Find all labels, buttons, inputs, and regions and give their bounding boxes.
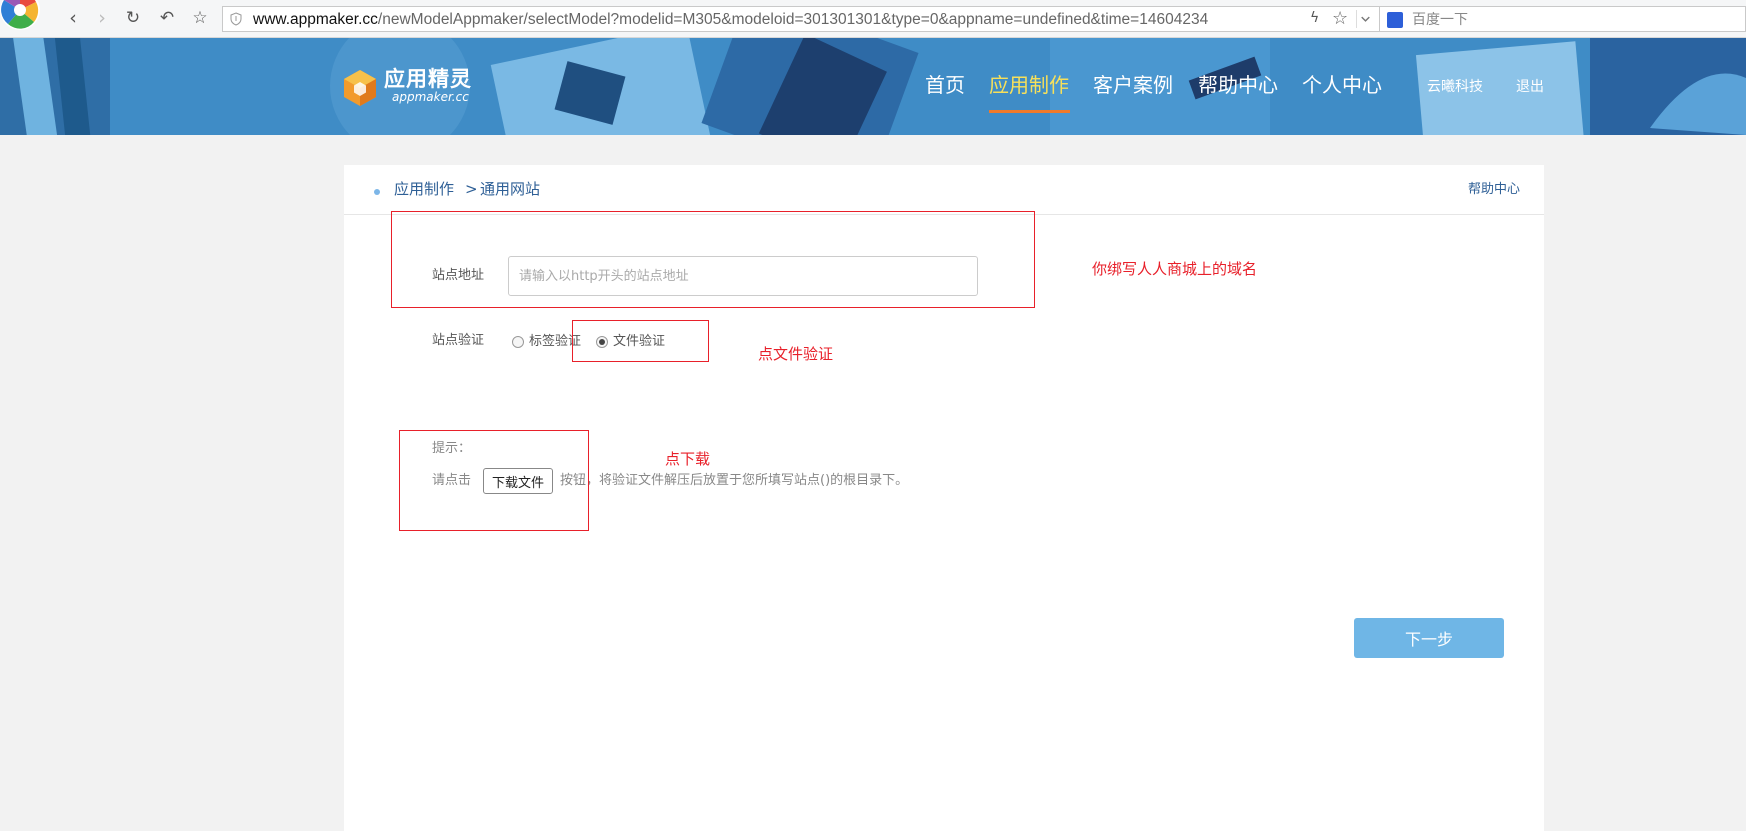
breadcrumb-separator: > bbox=[465, 180, 478, 198]
browser-toolbar: ‹ › ↻ ↶ ☆ www.appmaker.cc/newModelAppmak… bbox=[0, 0, 1746, 38]
annotation-box-download bbox=[399, 430, 589, 531]
site-logo[interactable]: 应用精灵 appmaker.cc bbox=[342, 66, 472, 110]
nav-cases[interactable]: 客户案例 bbox=[1093, 72, 1173, 98]
shield-icon bbox=[230, 12, 242, 26]
url-host: www.appmaker.cc bbox=[253, 11, 378, 28]
next-step-button[interactable]: 下一步 bbox=[1354, 618, 1504, 658]
url-text[interactable]: www.appmaker.cc/newModelAppmaker/selectM… bbox=[253, 10, 1338, 30]
annotation-box-site-url bbox=[391, 211, 1035, 308]
search-placeholder: 百度一下 bbox=[1412, 12, 1468, 28]
logo-cube-icon bbox=[344, 70, 376, 106]
nav-app-make[interactable]: 应用制作 bbox=[989, 72, 1069, 98]
breadcrumb-dot-icon bbox=[374, 189, 380, 195]
logo-subtitle: appmaker.cc bbox=[392, 90, 469, 104]
search-box[interactable]: 百度一下 bbox=[1380, 6, 1746, 32]
annotation-domain-note: 你绑写人人商城上的域名 bbox=[1092, 260, 1258, 278]
address-bar[interactable]: www.appmaker.cc/newModelAppmaker/selectM… bbox=[222, 6, 1380, 32]
url-path: /newModelAppmaker/selectModel?modelid=M3… bbox=[377, 11, 1209, 28]
annotation-file-verify-note: 点文件验证 bbox=[758, 345, 834, 363]
forward-icon[interactable]: › bbox=[92, 8, 112, 28]
back-icon[interactable]: ‹ bbox=[63, 8, 83, 28]
nav-help[interactable]: 帮助中心 bbox=[1198, 72, 1278, 98]
help-center-link[interactable]: 帮助中心 bbox=[1444, 181, 1544, 199]
baidu-icon bbox=[1387, 12, 1403, 28]
star-icon[interactable]: ☆ bbox=[190, 8, 210, 28]
nav-profile[interactable]: 个人中心 bbox=[1302, 72, 1382, 98]
chevron-down-icon[interactable] bbox=[1356, 10, 1374, 28]
annotation-box-file-verify bbox=[572, 320, 709, 362]
undo-icon[interactable]: ↶ bbox=[157, 8, 177, 28]
bookmark-star-icon[interactable]: ☆ bbox=[1332, 8, 1348, 29]
breadcrumb: 应用制作 > 通用网站 帮助中心 bbox=[344, 165, 1544, 215]
reload-icon[interactable]: ↻ bbox=[123, 8, 143, 28]
tip-suffix: 按钮，将验证文件解压后放置于您所填写站点()的根目录下。 bbox=[560, 473, 909, 488]
breadcrumb-section[interactable]: 应用制作 bbox=[394, 179, 454, 199]
company-link[interactable]: 云曦科技 bbox=[1427, 78, 1483, 96]
site-header: 应用精灵 appmaker.cc 首页 应用制作 客户案例 帮助中心 个人中心 … bbox=[0, 38, 1746, 135]
banner-background bbox=[0, 38, 1746, 135]
radio-circle[interactable] bbox=[512, 336, 524, 348]
nav-home[interactable]: 首页 bbox=[925, 72, 965, 98]
browser-logo-icon bbox=[0, 0, 40, 30]
breadcrumb-current: 通用网站 bbox=[480, 180, 541, 198]
site-verify-label: 站点验证 bbox=[432, 333, 485, 348]
logo-name: 应用精灵 bbox=[384, 67, 472, 91]
flash-icon[interactable]: ϟ bbox=[1310, 10, 1319, 26]
logout-link[interactable]: 退出 bbox=[1516, 78, 1544, 96]
active-nav-underline bbox=[989, 110, 1070, 113]
annotation-download-note: 点下载 bbox=[665, 450, 711, 468]
